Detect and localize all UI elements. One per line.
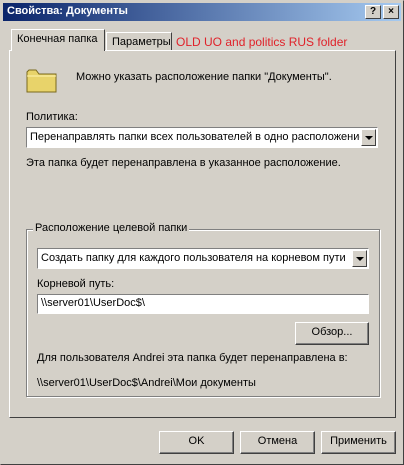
ok-button[interactable]: OK [159,431,234,454]
redirect-note: Эта папка будет перенаправлена в указанн… [26,157,341,169]
target-location-group: Расположение целевой папки Создать папку… [26,222,380,397]
window-title: Свойства: Документы [7,5,128,17]
tab-panel-target: Можно указать расположение папки "Докуме… [9,50,396,418]
example-note: Для пользователя Andrei эта папка будет … [37,352,348,364]
location-select[interactable]: Создать папку для каждого пользователя н… [37,248,369,269]
group-title: Расположение целевой папки [33,222,190,234]
help-button[interactable]: ? [365,5,381,19]
browse-button[interactable]: Обзор... [295,322,369,345]
policy-label: Политика: [26,111,78,123]
tab-target[interactable]: Конечная папка [11,29,105,51]
close-button[interactable]: × [383,5,399,19]
location-select-value: Создать папку для каждого пользователя н… [41,252,346,264]
annotation-text: OLD UO and politics RUS folder [176,35,348,49]
location-dropdown-arrow-icon[interactable] [352,250,367,267]
cancel-button[interactable]: Отмена [240,431,315,454]
example-path: \\server01\UserDoc$\Andrei\Мои документы [37,377,256,389]
root-path-label: Корневой путь: [37,278,115,290]
folder-description: Можно указать расположение папки "Докуме… [76,71,332,83]
policy-select[interactable]: Перенаправлять папки всех пользователей … [26,127,378,148]
folder-icon [26,69,57,93]
apply-button[interactable]: Применить [321,431,396,454]
policy-select-value: Перенаправлять папки всех пользователей … [30,131,360,143]
root-path-input[interactable]: \\server01\UserDoc$\ [37,294,369,314]
policy-dropdown-arrow-icon[interactable] [361,129,376,146]
properties-dialog: Свойства: Документы ? × Конечная папка П… [0,0,404,465]
tab-settings[interactable]: Параметры [106,32,172,52]
title-bar[interactable]: Свойства: Документы ? × [3,3,401,21]
